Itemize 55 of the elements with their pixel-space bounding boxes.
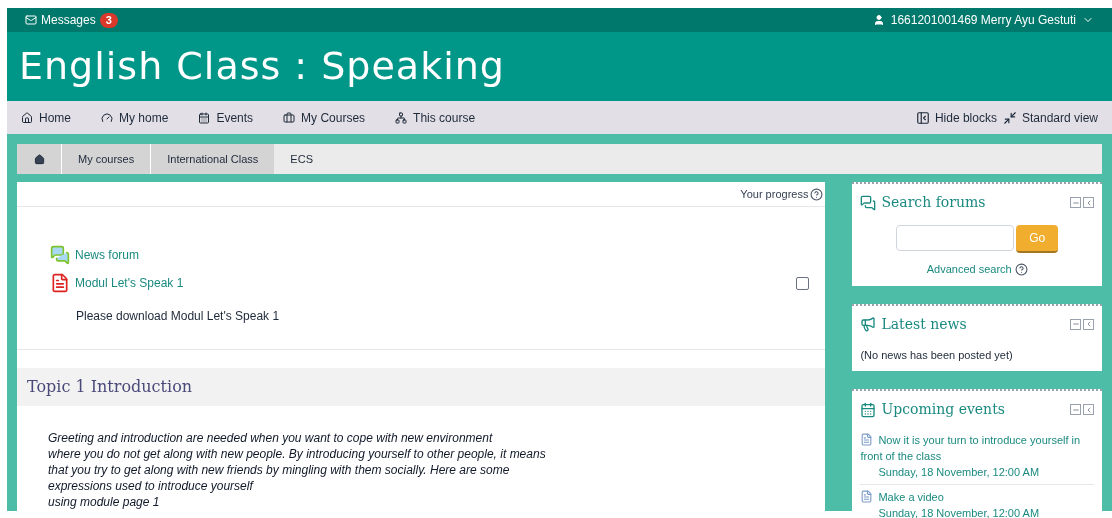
event-date: Sunday, 18 November, 12:00 AM: [877, 465, 1041, 480]
minus-icon[interactable]: [1070, 404, 1081, 415]
activity-link[interactable]: News forum: [75, 246, 139, 264]
topic-text: Greeting and introduction are needed when you want to cope with new environment where you do not get along with new people. By introducing yourself to other people, it means that you try to get along with new friends by mingling with them socially. Here are some expressions used to introduce yourself using module page 1: [47, 430, 547, 510]
speech-bubbles-icon: [50, 245, 70, 265]
messages-link[interactable]: Messages: [41, 11, 96, 29]
advanced-search-link[interactable]: Advanced search: [926, 261, 1012, 278]
megaphone-icon: [860, 316, 877, 332]
document-icon: [860, 490, 874, 503]
activity-link[interactable]: Modul Let's Speak 1: [75, 274, 184, 292]
panel-icon: [915, 110, 930, 125]
speech-bubbles-icon: [860, 194, 877, 211]
chevron-left-icon[interactable]: [1083, 404, 1094, 415]
activity-description: Please download Modul Let's Speak 1: [75, 308, 281, 325]
gauge-icon: [101, 111, 113, 124]
no-news-text: (No news has been posted yet): [860, 347, 1014, 363]
breadcrumb-item[interactable]: My courses: [61, 144, 151, 174]
mail-icon[interactable]: [25, 14, 37, 26]
event-link[interactable]: Make a video: [860, 489, 1094, 505]
chevron-left-icon[interactable]: [1083, 318, 1094, 330]
calendar-icon: [860, 401, 877, 418]
event-link[interactable]: Now it is your turn to introduce yourself in front of the class: [860, 432, 1094, 464]
completion-checkbox[interactable]: [796, 276, 810, 290]
minus-icon[interactable]: [1070, 197, 1081, 208]
view-action-link[interactable]: Standard view: [1002, 108, 1098, 127]
help-icon[interactable]: [810, 187, 824, 201]
breadcrumb-item[interactable]: International Class: [150, 144, 275, 174]
progress-label: Your progress: [740, 186, 809, 202]
nav-link[interactable]: This course: [395, 108, 476, 127]
topic-heading: Topic 1 Introduction: [27, 376, 193, 398]
nav-link[interactable]: My Courses: [283, 108, 366, 127]
minus-icon[interactable]: [1070, 318, 1081, 330]
block-title: Upcoming events: [881, 400, 1005, 419]
search-field[interactable]: [896, 225, 1015, 251]
nav-link[interactable]: Home: [21, 108, 71, 127]
nav-link[interactable]: My home: [101, 108, 169, 127]
user-icon: [872, 14, 885, 26]
document-icon: [50, 273, 70, 293]
sitemap-icon: [395, 111, 408, 124]
help-icon[interactable]: [1014, 262, 1028, 276]
nav-link[interactable]: Events: [198, 108, 254, 127]
block-title: Latest news: [881, 314, 967, 334]
user-name[interactable]: 1661201001469 Merry Ayu Gestuti: [890, 11, 1076, 29]
view-action-link[interactable]: Hide blocks: [915, 108, 997, 127]
calendar-icon: [198, 111, 211, 124]
document-icon: [860, 433, 874, 446]
compress-icon: [1002, 110, 1017, 125]
block-title: Search forums: [881, 193, 986, 212]
briefcase-icon: [283, 111, 296, 124]
chevron-left-icon[interactable]: [1083, 197, 1094, 208]
home-icon: [21, 111, 33, 124]
home-icon: [33, 153, 45, 165]
message-count: 3: [99, 12, 118, 28]
course-title: English Class : Speaking: [19, 43, 505, 90]
home-crumb[interactable]: [17, 144, 61, 174]
